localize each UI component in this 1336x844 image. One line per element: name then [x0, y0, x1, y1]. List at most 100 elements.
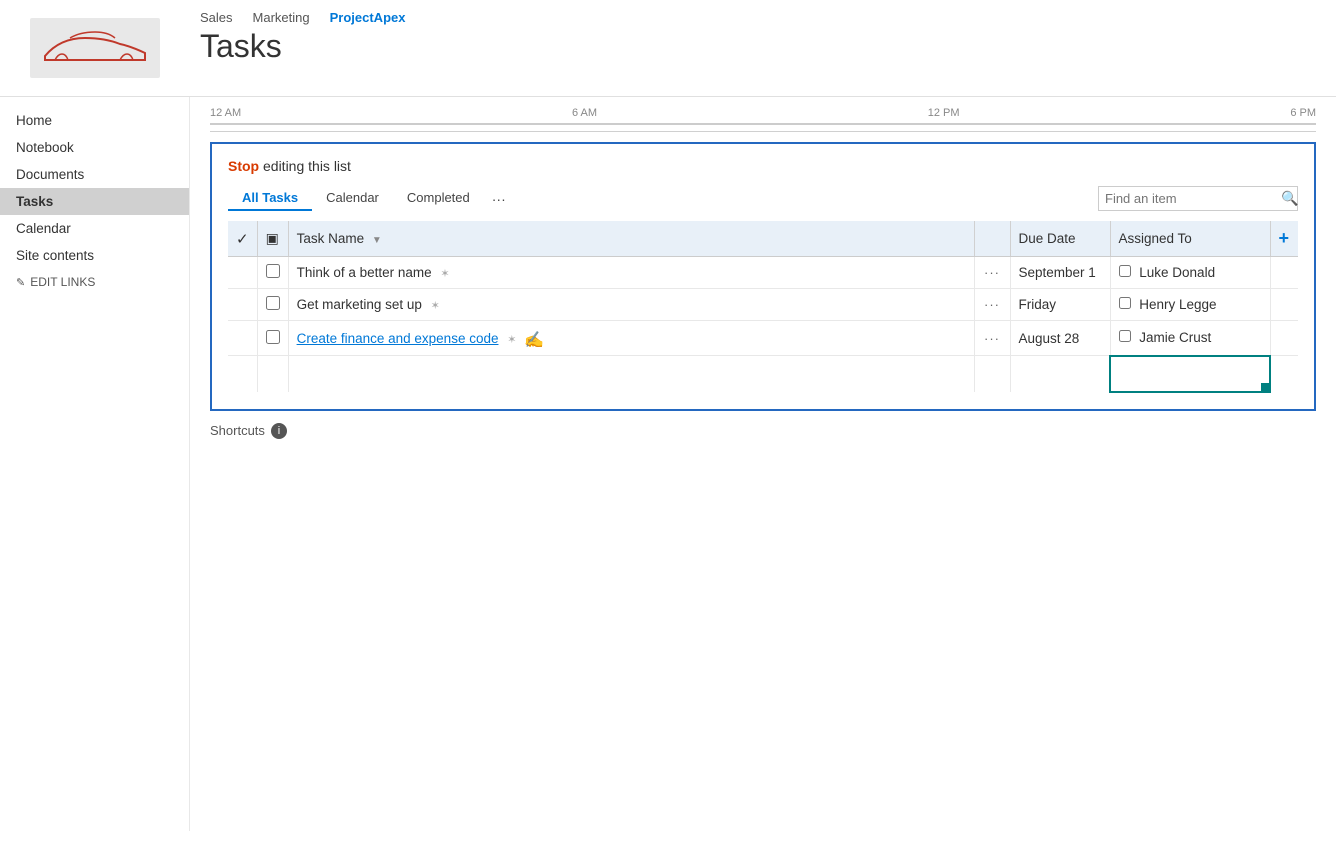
row2-ellipsis-btn[interactable]: ··· — [984, 297, 1000, 312]
th-assigned-to[interactable]: Assigned To — [1110, 221, 1270, 257]
row3-assignee-name: Jamie Crust — [1139, 330, 1211, 345]
row3-ellipsis-btn[interactable]: ··· — [984, 331, 1000, 346]
new-row-assigned-cell[interactable] — [1110, 356, 1270, 392]
th-add-column[interactable]: + — [1270, 221, 1298, 257]
resize-handle[interactable] — [1261, 383, 1269, 391]
top-header: Sales Marketing ProjectApex Tasks — [0, 0, 1336, 97]
table-row-new — [228, 356, 1298, 392]
th-select-all[interactable]: ▣ — [257, 221, 288, 257]
nav-link-projectapex[interactable]: ProjectApex — [330, 10, 406, 25]
nav-links: Sales Marketing ProjectApex — [200, 10, 1316, 25]
row3-ellipsis-cell[interactable]: ··· — [974, 321, 1010, 356]
timeline-bar — [210, 123, 1316, 125]
timeline-marker-6pm: 6 PM — [1290, 107, 1316, 119]
sidebar-item-site-contents[interactable]: Site contents — [0, 242, 189, 269]
table-header-row: ✓ ▣ Task Name ▼ Due Date Assigned To — [228, 221, 1298, 257]
row1-add-cell — [1270, 257, 1298, 289]
row2-check-cell — [228, 289, 257, 321]
shortcuts-footer: Shortcuts i — [210, 423, 1316, 439]
row1-duedate-cell: September 1 — [1010, 257, 1110, 289]
timeline-section: 12 AM 6 AM 12 PM 6 PM — [210, 107, 1316, 132]
row2-duedate-cell: Friday — [1010, 289, 1110, 321]
sidebar-item-tasks[interactable]: Tasks — [0, 188, 189, 215]
row1-checkbox[interactable] — [266, 264, 280, 278]
row3-gear-icon[interactable]: ✶ — [507, 334, 516, 346]
row3-task-name-link[interactable]: Create finance and expense code — [297, 331, 499, 346]
row2-gear-icon[interactable]: ✶ — [431, 300, 440, 312]
row3-add-cell — [1270, 321, 1298, 356]
th-due-date[interactable]: Due Date — [1010, 221, 1110, 257]
sidebar: Home Notebook Documents Tasks Calendar S… — [0, 97, 190, 831]
row1-assignee-checkbox[interactable] — [1119, 265, 1131, 277]
sidebar-item-documents[interactable]: Documents — [0, 161, 189, 188]
add-column-icon[interactable]: + — [1279, 228, 1290, 248]
row1-assigned-cell: Luke Donald — [1110, 257, 1270, 289]
row1-ellipsis-btn[interactable]: ··· — [984, 265, 1000, 280]
th-ellipsis — [974, 221, 1010, 257]
nav-link-sales[interactable]: Sales — [200, 10, 233, 25]
edit-links-label: EDIT LINKS — [30, 275, 95, 289]
th-task-name[interactable]: Task Name ▼ — [288, 221, 974, 257]
main-layout: Home Notebook Documents Tasks Calendar S… — [0, 97, 1336, 831]
stop-editing-rest: editing this list — [259, 158, 351, 174]
table-row: Create finance and expense code ✶ ✍ ··· … — [228, 321, 1298, 356]
row3-assigned-cell: Jamie Crust — [1110, 321, 1270, 356]
new-row-name-cell — [288, 356, 974, 392]
row2-assignee-name: Henry Legge — [1139, 297, 1216, 312]
timeline-marker-12pm: 12 PM — [928, 107, 960, 119]
task-name-header-label: Task Name — [297, 231, 365, 246]
sidebar-edit-links[interactable]: ✎ EDIT LINKS — [0, 269, 189, 295]
row2-name-cell: Get marketing set up ✶ — [288, 289, 974, 321]
select-all-icon: ▣ — [266, 230, 279, 246]
timeline-marker-6am: 6 AM — [572, 107, 597, 119]
search-icon[interactable]: 🔍 — [1281, 190, 1298, 207]
row3-assignee-checkbox[interactable] — [1119, 330, 1131, 342]
row1-checkbox-cell[interactable] — [257, 257, 288, 289]
row3-checkbox-cell[interactable] — [257, 321, 288, 356]
list-container: Stop editing this list All Tasks Calenda… — [210, 142, 1316, 411]
row2-task-name: Get marketing set up — [297, 297, 422, 312]
timeline-marker-12am: 12 AM — [210, 107, 241, 119]
stop-text[interactable]: Stop — [228, 158, 259, 174]
row2-assigned-cell: Henry Legge — [1110, 289, 1270, 321]
tab-calendar[interactable]: Calendar — [312, 186, 393, 211]
tab-all-tasks[interactable]: All Tasks — [228, 186, 312, 211]
info-icon[interactable]: i — [271, 423, 287, 439]
checkmark-icon: ✓ — [236, 231, 249, 248]
row1-ellipsis-cell[interactable]: ··· — [974, 257, 1010, 289]
page-title: Tasks — [200, 29, 1316, 64]
nav-link-marketing[interactable]: Marketing — [253, 10, 310, 25]
tab-completed[interactable]: Completed — [393, 186, 484, 211]
pencil-icon: ✎ — [16, 276, 25, 289]
search-input[interactable] — [1105, 191, 1281, 206]
sidebar-item-calendar[interactable]: Calendar — [0, 215, 189, 242]
row3-checkbox[interactable] — [266, 330, 280, 344]
content-area: 12 AM 6 AM 12 PM 6 PM Stop editing this … — [190, 97, 1336, 831]
row1-gear-icon[interactable]: ✶ — [440, 268, 449, 280]
sidebar-item-notebook[interactable]: Notebook — [0, 134, 189, 161]
row1-check-cell — [228, 257, 257, 289]
row1-task-name: Think of a better name — [297, 265, 432, 280]
view-tabs: All Tasks Calendar Completed ··· 🔍 — [228, 186, 1298, 211]
row3-check-cell — [228, 321, 257, 356]
table-row: Get marketing set up ✶ ··· Friday Henry … — [228, 289, 1298, 321]
sidebar-item-home[interactable]: Home — [0, 107, 189, 134]
task-table: ✓ ▣ Task Name ▼ Due Date Assigned To — [228, 221, 1298, 393]
header-right: Sales Marketing ProjectApex Tasks — [190, 10, 1316, 64]
row3-duedate-cell: August 28 — [1010, 321, 1110, 356]
cursor-hand-icon: ✍ — [524, 330, 544, 350]
search-box: 🔍 — [1098, 186, 1298, 211]
site-logo — [30, 18, 160, 78]
row2-assignee-checkbox[interactable] — [1119, 297, 1131, 309]
tab-more-options[interactable]: ··· — [484, 187, 514, 211]
new-row-duedate-cell — [1010, 356, 1110, 392]
row2-checkbox-cell[interactable] — [257, 289, 288, 321]
new-row-checkbox-cell — [257, 356, 288, 392]
row2-checkbox[interactable] — [266, 296, 280, 310]
new-row-check-cell — [228, 356, 257, 392]
row2-add-cell — [1270, 289, 1298, 321]
new-row-ellipsis-cell — [974, 356, 1010, 392]
shortcuts-label: Shortcuts — [210, 423, 265, 438]
th-checkmark: ✓ — [228, 221, 257, 257]
row2-ellipsis-cell[interactable]: ··· — [974, 289, 1010, 321]
